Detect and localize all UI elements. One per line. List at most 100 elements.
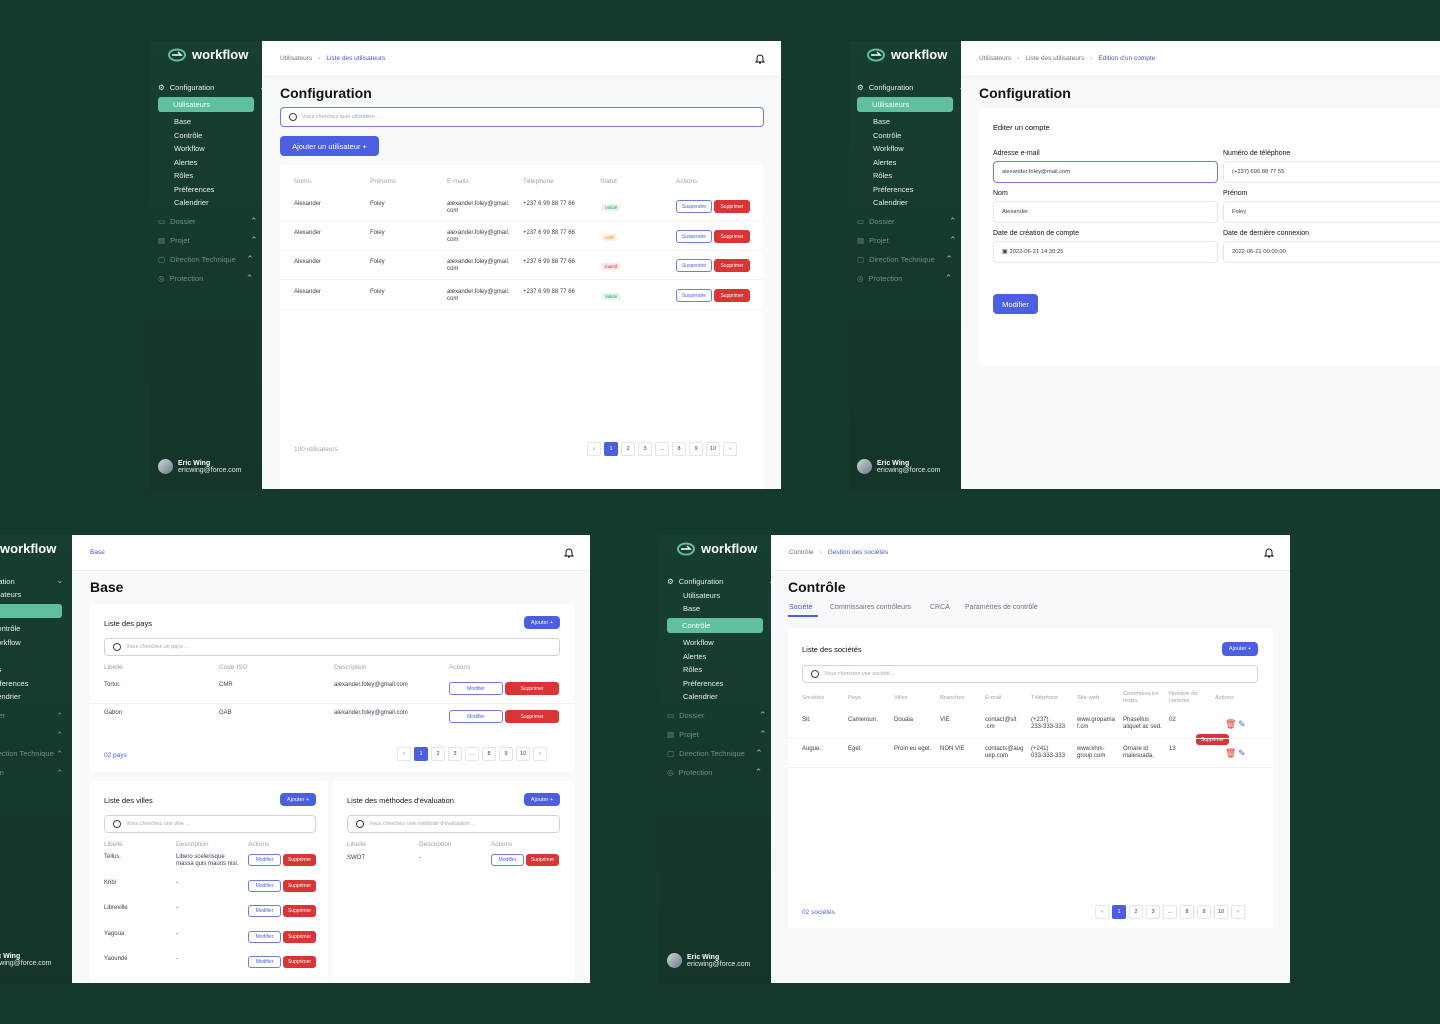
sidebar-item-controle[interactable]: Contrôle — [873, 131, 901, 140]
sidebar-item-utilisateurs[interactable]: Utilisateurs — [683, 591, 720, 600]
sidebar-section-protection[interactable]: ◎ Protection ⌃ — [158, 273, 253, 283]
trash-icon[interactable]: 🗑 — [1225, 719, 1236, 730]
search-societe-input[interactable]: Vous cherchez une société... — [802, 665, 1258, 683]
created-field[interactable]: ▣ 2022-06-21 14:30:25 — [993, 241, 1218, 263]
sidebar-section-projet[interactable]: ▤ Projet ⌃ — [158, 235, 258, 245]
sidebar-section-projet[interactable]: ▤ Projet ⌃ — [857, 235, 957, 245]
page-button[interactable]: 8 — [672, 442, 686, 456]
tab-commissaires[interactable]: Commissaires contrôleurs — [830, 604, 911, 611]
delete-button[interactable]: Supprimer — [283, 854, 316, 866]
bell-icon[interactable] — [564, 547, 574, 558]
sidebar-item-calendrier[interactable]: Calendrier — [174, 198, 209, 207]
sidebar-item-alertes[interactable]: Alertes — [873, 158, 896, 167]
sidebar-section-protection[interactable]: ◎ Protection ⌃ — [667, 767, 762, 777]
page-button[interactable]: 10 — [516, 747, 530, 761]
sidebar-item-utilisateurs[interactable]: Utilisateurs — [158, 97, 254, 112]
sidebar-item-controle[interactable]: Contrôle — [667, 618, 763, 633]
lastlogin-field[interactable]: 2022-06-21 00:00:00 — [1223, 241, 1440, 263]
tab-crca[interactable]: CRCA — [930, 604, 950, 611]
sidebar-item-calendrier[interactable]: Calendrier — [683, 692, 718, 701]
delete-button[interactable]: Supprimer — [283, 956, 316, 968]
page-prev[interactable]: ‹ — [587, 442, 601, 456]
page-prev[interactable]: ‹ — [1095, 905, 1109, 919]
phone-field[interactable]: (+237) 696 88 77 55 — [1223, 161, 1440, 183]
delete-button[interactable]: Supprimer — [714, 289, 750, 302]
user-profile[interactable]: Eric Wingericwing@force.com — [0, 953, 52, 967]
add-methode-button[interactable]: Ajouter + — [524, 793, 560, 806]
search-ville-input[interactable]: Vous cherchez une ville ... — [104, 815, 316, 833]
brand-logo[interactable]: workflow — [867, 47, 947, 62]
page-button[interactable]: 3 — [638, 442, 652, 456]
col-header[interactable]: E-mails — [447, 178, 469, 185]
breadcrumb-item[interactable]: Contrôle — [789, 549, 814, 556]
modify-button[interactable]: Modifier — [248, 880, 281, 892]
sidebar-section-protection[interactable]: ◎ Protection ⌃ — [857, 273, 952, 283]
add-societe-button[interactable]: Ajouter + — [1222, 642, 1258, 656]
sidebar-item-alertes[interactable]: Alertes — [174, 158, 197, 167]
delete-button[interactable]: Supprimer — [283, 931, 316, 943]
search-input[interactable]: Vous cherchez quel utilisateur ... — [280, 107, 764, 127]
brand-logo[interactable]: workflow — [168, 47, 248, 62]
sidebar-item-workflow[interactable]: Workflow — [873, 144, 904, 153]
sidebar-item-base[interactable]: Base — [683, 604, 700, 613]
modify-button[interactable]: Modifier — [491, 854, 524, 866]
edit-icon[interactable]: ✎ — [1238, 748, 1246, 759]
email-field[interactable]: alexander.foley@mail.com — [993, 161, 1218, 183]
sidebar-item-workflow[interactable]: Workflow — [683, 638, 714, 647]
sidebar-item-preferences[interactable]: Préferences — [0, 679, 28, 688]
sidebar-section-direction[interactable]: ▢ Direction Technique ⌃ — [158, 254, 254, 264]
sidebar-item-roles[interactable]: Rôles — [683, 665, 702, 674]
suspend-button[interactable]: Suspendre — [676, 230, 712, 243]
sidebar-item-workflow[interactable]: Workflow — [0, 638, 21, 647]
prenom-field[interactable]: Foley — [1223, 201, 1440, 223]
sidebar-item-utilisateurs[interactable]: Utilisateurs — [857, 97, 953, 112]
sidebar-section-config[interactable]: ⚙Configuration⌄ — [158, 82, 266, 92]
col-header[interactable]: Prénoms — [370, 178, 396, 185]
breadcrumb-item[interactable]: Utilisateurs — [979, 55, 1011, 62]
sidebar-section-projet[interactable]: ▤ Projet ⌃ — [667, 729, 767, 739]
sidebar-item-calendrier[interactable]: Calendrier — [873, 198, 908, 207]
sidebar-item-base[interactable]: Base — [174, 117, 191, 126]
sidebar-item-controle[interactable]: Contrôle — [174, 131, 202, 140]
page-button[interactable]: 3 — [1146, 905, 1160, 919]
sidebar-section-config[interactable]: ⚙Configuration⌄ — [857, 82, 965, 92]
sidebar-item-utilisateurs[interactable]: Utilisateurs — [0, 590, 21, 599]
sidebar-item-base[interactable] — [0, 604, 62, 618]
page-button[interactable]: 9 — [1197, 905, 1211, 919]
page-button[interactable]: 2 — [1129, 905, 1143, 919]
breadcrumb-item[interactable]: Utilisateurs — [280, 55, 312, 62]
sidebar-section-direction[interactable]: ▢ Direction Technique ⌃ — [667, 748, 763, 758]
search-pays-input[interactable]: Vous cherchez un pays ... — [104, 638, 560, 656]
page-button[interactable]: 8 — [482, 747, 496, 761]
sidebar-item-preferences[interactable]: Préferences — [873, 185, 913, 194]
modify-button[interactable]: Modifier — [248, 854, 281, 866]
sidebar-item-preferences[interactable]: Préferences — [683, 679, 723, 688]
page-next[interactable]: › — [1231, 905, 1245, 919]
page-next[interactable]: › — [533, 747, 547, 761]
page-button[interactable]: 10 — [1214, 905, 1228, 919]
add-pays-button[interactable]: Ajouter + — [524, 616, 560, 629]
sidebar-section-direction[interactable]: ▢ Direction Technique ⌃ — [857, 254, 953, 264]
sidebar-item-roles[interactable]: Rôles — [174, 171, 193, 180]
modify-button[interactable]: Modifier — [449, 682, 503, 695]
page-button[interactable]: 1 — [604, 442, 618, 456]
suspend-button[interactable]: Suspendre — [676, 289, 712, 302]
nom-field[interactable]: Alexander — [993, 201, 1218, 223]
sidebar-item-alertes[interactable]: Alertes — [683, 652, 706, 661]
delete-button[interactable]: Supprimer — [505, 710, 559, 723]
sidebar-item-controle[interactable]: Contrôle — [0, 624, 20, 633]
trash-icon[interactable]: 🗑 — [1225, 748, 1236, 759]
user-profile[interactable]: Eric Wingericwing@force.com — [857, 459, 941, 474]
delete-button[interactable]: Supprimer — [505, 682, 559, 695]
sidebar-item-base[interactable]: Base — [873, 117, 890, 126]
sidebar-item-workflow[interactable]: Workflow — [174, 144, 205, 153]
sidebar-section-dossier[interactable]: ▭ Dossier ⌃ — [857, 216, 957, 226]
modify-button[interactable]: Modifier — [248, 905, 281, 917]
suspend-button[interactable]: Suspendre — [676, 200, 712, 213]
delete-button[interactable]: Supprimer — [283, 905, 316, 917]
search-methode-input[interactable]: Vous cherchez une méthode d'évaluation .… — [347, 815, 560, 833]
sidebar-section-config[interactable]: Configuration — [0, 577, 15, 586]
bell-icon[interactable] — [1264, 547, 1274, 558]
sidebar-section-dossier[interactable]: Dossier — [0, 711, 5, 720]
page-button[interactable]: 1 — [414, 747, 428, 761]
